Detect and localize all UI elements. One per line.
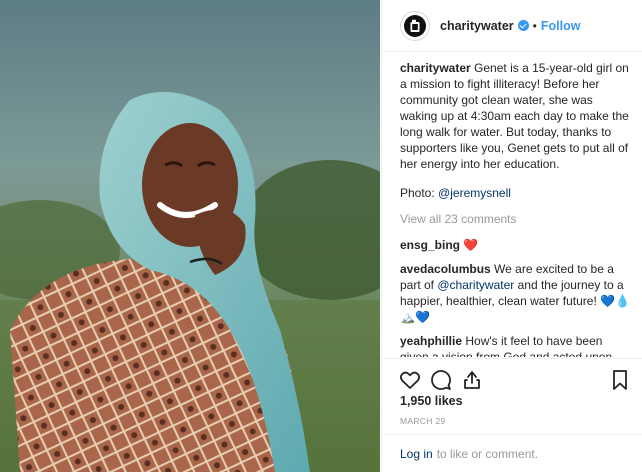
comments-section[interactable]: charitywater Genet is a 15-year-old girl… [400, 60, 632, 357]
comment-item: ensg_bing ❤️ [400, 237, 632, 253]
share-icon[interactable] [460, 368, 484, 392]
comment-text: ❤️ [463, 238, 479, 252]
post-header: charitywater • Follow [382, 0, 642, 52]
separator-dot: • [532, 18, 537, 33]
photo-credit: Photo: @jeremysnell [400, 185, 632, 201]
jerrycan-logo-icon [404, 14, 426, 37]
caption-text: Genet is a 15-year-old girl on a mission… [400, 61, 629, 171]
likes-count[interactable]: 1,950 likes [400, 394, 463, 408]
comment-text-continued: and the journey to a happier, healthier,… [400, 278, 631, 324]
photo-credit-label: Photo: [400, 186, 435, 200]
post-photo[interactable] [0, 0, 380, 472]
comment-item: yeahphillie How's it feel to have been g… [400, 333, 632, 357]
header-username[interactable]: charitywater [440, 19, 514, 33]
view-all-comments-link[interactable]: View all 23 comments [400, 211, 632, 227]
login-suffix: to like or comment. [436, 446, 539, 461]
avatar[interactable] [400, 10, 430, 41]
photo-smiling-girl-headscarf [0, 0, 380, 472]
follow-button[interactable]: Follow [541, 19, 581, 33]
comment-bubble-icon[interactable] [429, 368, 453, 392]
heart-outline-icon[interactable] [398, 368, 422, 392]
photo-credit-handle[interactable]: @jeremysnell [438, 186, 511, 200]
comment-username[interactable]: ensg_bing [400, 238, 460, 252]
comment-username[interactable]: avedacolumbus [400, 262, 491, 276]
comment-mention[interactable]: @charitywater [437, 278, 514, 292]
post-caption: charitywater Genet is a 15-year-old girl… [400, 60, 632, 172]
comment-username[interactable]: yeahphillie [400, 334, 462, 348]
post-side-panel: charitywater • Follow charitywater Genet… [381, 0, 642, 472]
post-date: MARCH 29 [400, 416, 446, 426]
verified-badge-icon [517, 20, 529, 31]
caption-username[interactable]: charitywater [400, 61, 471, 75]
login-prompt: Log in to like or comment. [382, 434, 642, 472]
comment-item: avedacolumbus We are excited to be a par… [400, 261, 632, 325]
bookmark-icon[interactable] [608, 368, 632, 392]
login-link[interactable]: Log in [400, 447, 433, 461]
